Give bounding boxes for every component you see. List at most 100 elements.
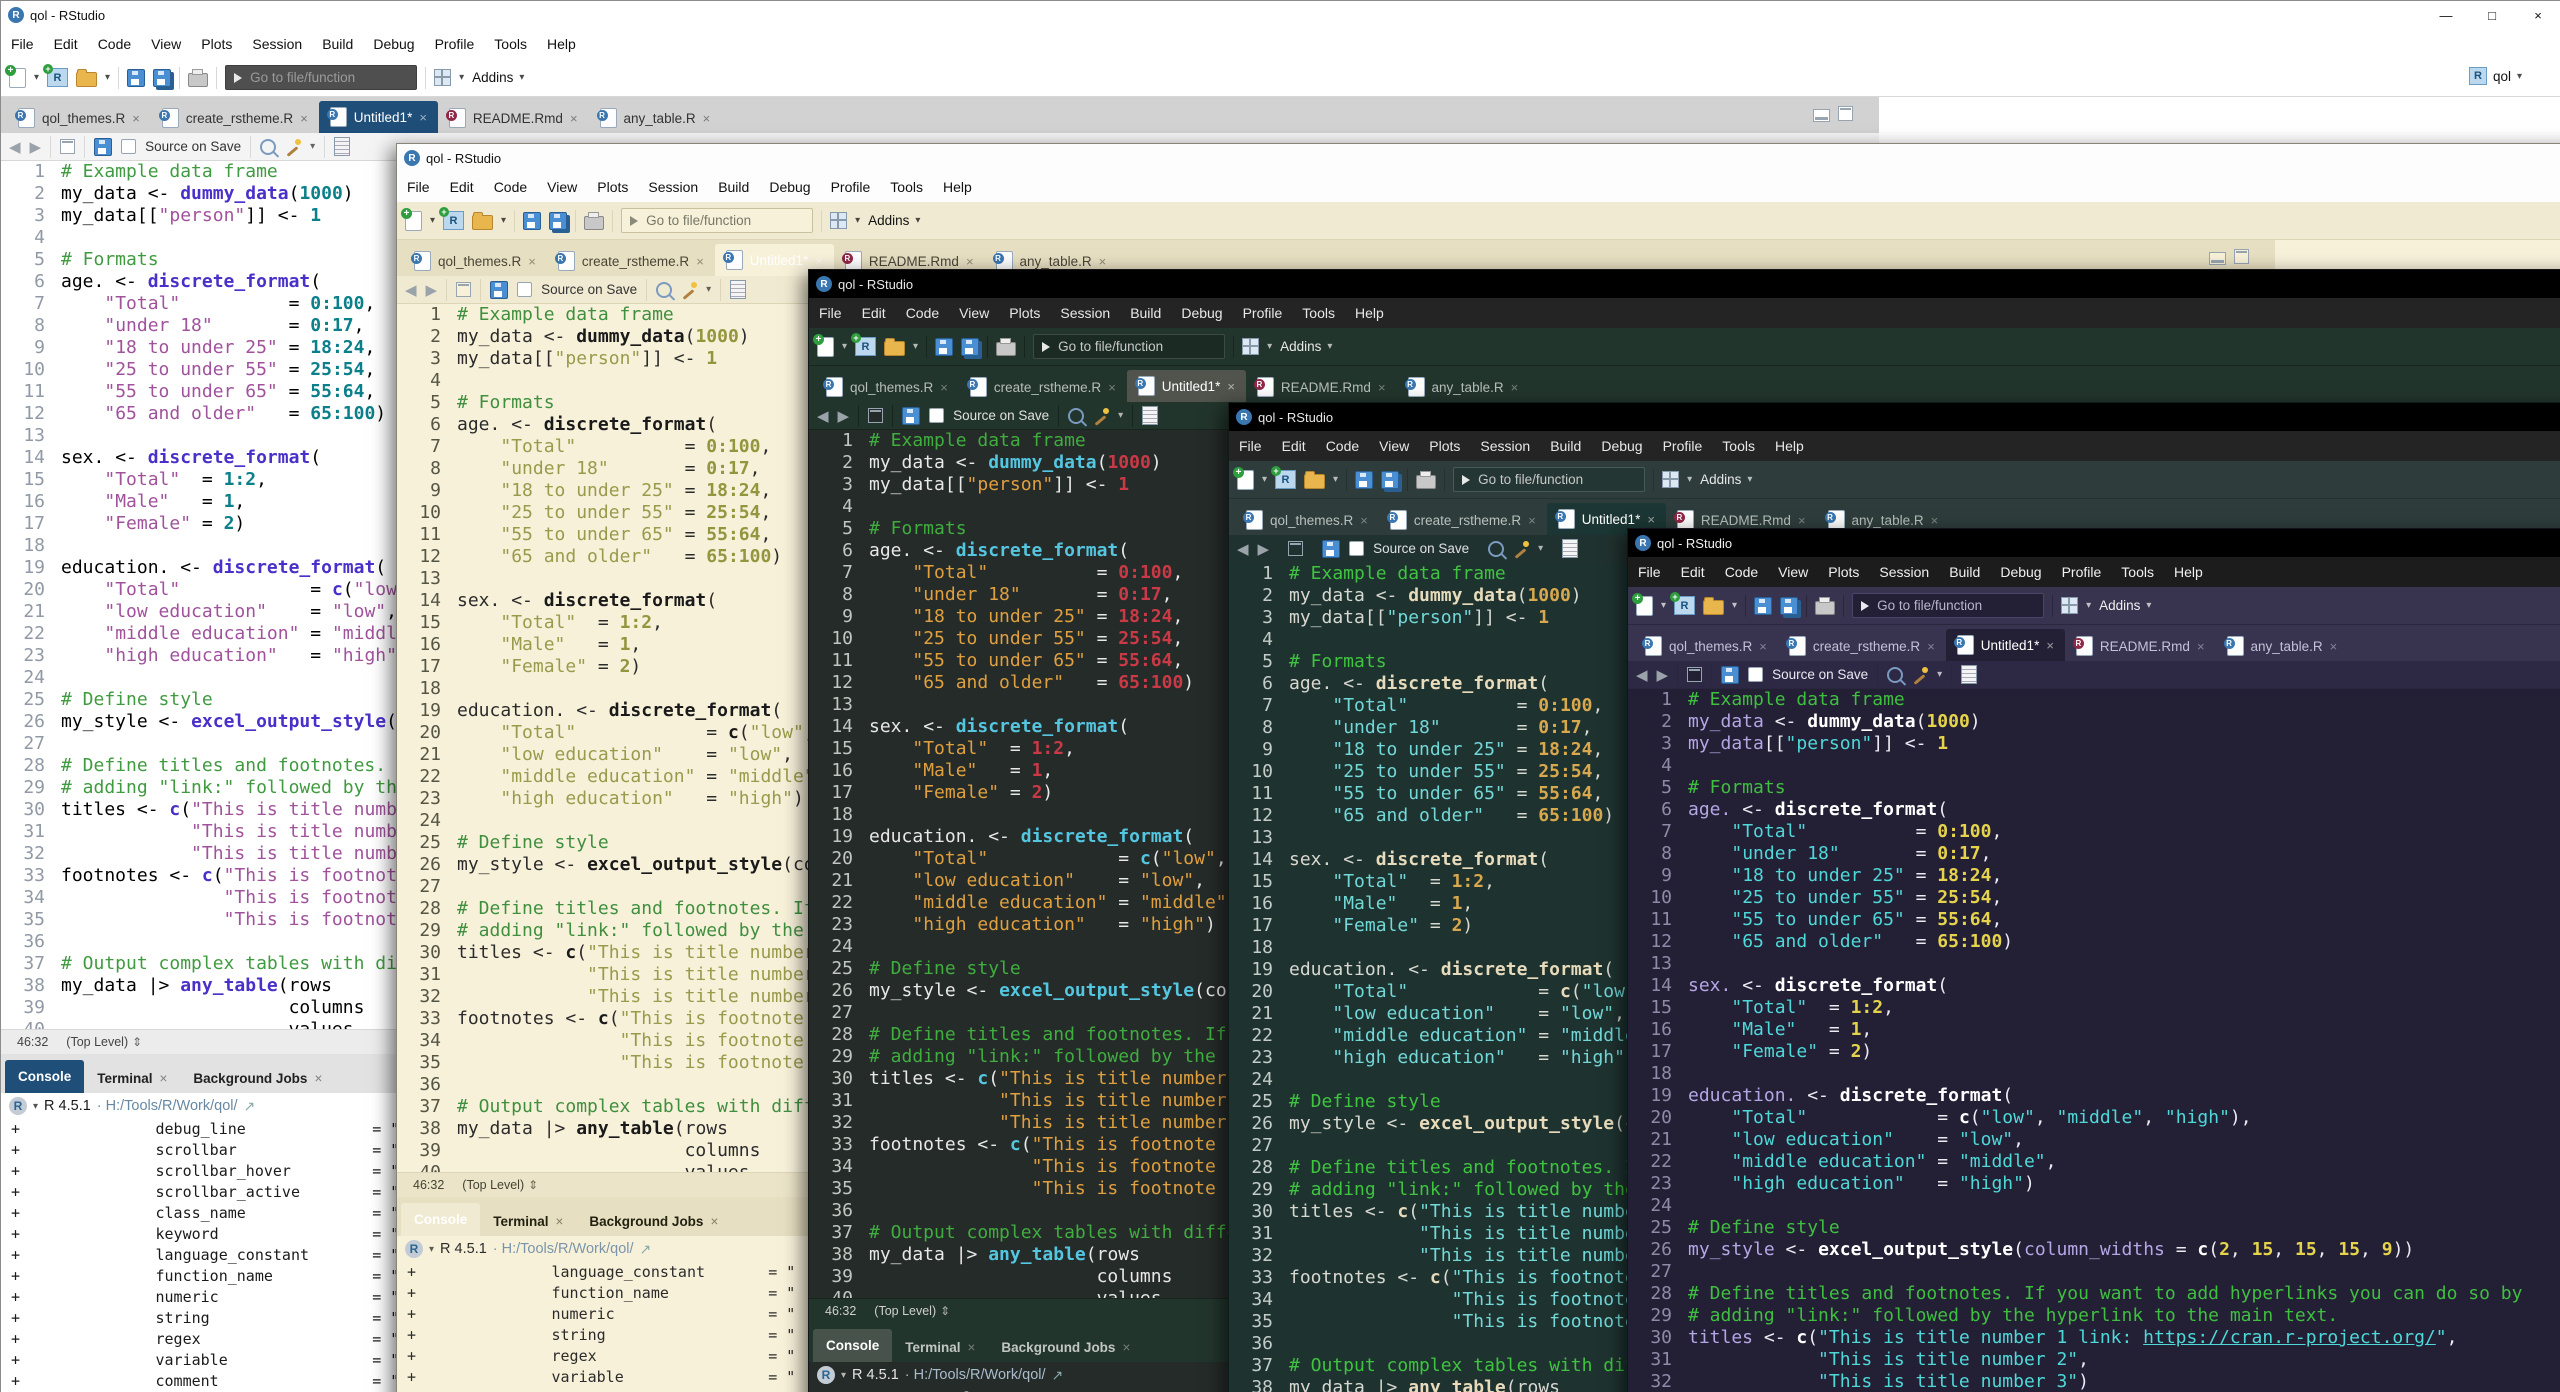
- addins-button[interactable]: Addins▾: [1700, 472, 1752, 487]
- back-icon[interactable]: ◀: [1636, 666, 1648, 684]
- open-file-icon[interactable]: [76, 72, 97, 87]
- close-tab-icon[interactable]: ×: [1798, 513, 1806, 528]
- new-project-icon[interactable]: R: [855, 337, 876, 356]
- minimize-source-icon[interactable]: [2209, 252, 2226, 265]
- close-tab-icon[interactable]: ×: [1931, 513, 1939, 528]
- panes-layout-icon[interactable]: [1242, 338, 1259, 355]
- tab-readme-rmd[interactable]: README.Rmd×: [1246, 372, 1397, 402]
- goto-file-box[interactable]: Go to file/function: [621, 208, 813, 233]
- close-tab-icon[interactable]: ×: [1511, 380, 1519, 395]
- menu-code[interactable]: Code: [88, 36, 141, 52]
- panes-caret-icon[interactable]: ▾: [1267, 341, 1272, 352]
- r-version-caret-icon[interactable]: ▾: [33, 1101, 38, 1112]
- open-file-icon[interactable]: [884, 341, 905, 356]
- close-tab-icon[interactable]: ×: [1528, 513, 1536, 528]
- open-recent-caret-icon[interactable]: ▾: [1732, 600, 1737, 611]
- close-tab-icon[interactable]: ×: [968, 1340, 976, 1355]
- new-file-icon[interactable]: [1237, 470, 1254, 490]
- save-all-icon[interactable]: [961, 338, 979, 356]
- close-tab-icon[interactable]: ×: [1360, 513, 1368, 528]
- scope-indicator[interactable]: (Top Level)⇕: [874, 1304, 950, 1318]
- menu-file[interactable]: File: [1628, 564, 1671, 580]
- search-icon[interactable]: [1488, 541, 1504, 557]
- code-tools-caret-icon[interactable]: ▾: [1538, 543, 1543, 554]
- compile-report-icon[interactable]: [1142, 406, 1158, 425]
- menu-debug[interactable]: Debug: [1591, 438, 1652, 454]
- editor-save-icon[interactable]: [1721, 666, 1739, 684]
- save-icon[interactable]: [523, 212, 541, 230]
- menu-debug[interactable]: Debug: [1990, 564, 2051, 580]
- goto-file-box[interactable]: Go to file/function: [1033, 334, 1225, 359]
- console-tab-terminal[interactable]: Terminal×: [892, 1332, 988, 1362]
- console-tab-terminal[interactable]: Terminal×: [84, 1063, 180, 1093]
- project-selector[interactable]: Rqol▾: [2469, 67, 2522, 85]
- new-project-icon[interactable]: R: [1275, 470, 1296, 489]
- editor-save-icon[interactable]: [1322, 540, 1340, 558]
- menu-profile[interactable]: Profile: [821, 179, 881, 195]
- menu-session[interactable]: Session: [1470, 438, 1540, 454]
- console-tab-background-jobs[interactable]: Background Jobs×: [988, 1332, 1143, 1362]
- new-file-icon[interactable]: [1636, 596, 1653, 616]
- menu-plots[interactable]: Plots: [587, 179, 638, 195]
- menu-session[interactable]: Session: [638, 179, 708, 195]
- menu-code[interactable]: Code: [1316, 438, 1369, 454]
- close-tab-icon[interactable]: ×: [300, 111, 308, 126]
- save-all-icon[interactable]: [1780, 597, 1798, 615]
- menu-edit[interactable]: Edit: [1671, 564, 1715, 580]
- close-tab-icon[interactable]: ×: [570, 111, 578, 126]
- close-tab-icon[interactable]: ×: [966, 254, 974, 269]
- open-recent-caret-icon[interactable]: ▾: [1333, 474, 1338, 485]
- r-version-caret-icon[interactable]: ▾: [841, 1370, 846, 1381]
- panes-caret-icon[interactable]: ▾: [459, 72, 464, 83]
- popout-window-icon[interactable]: [456, 282, 471, 297]
- tab-create-rstheme-r[interactable]: create_rstheme.R×: [1379, 505, 1547, 535]
- menu-tools[interactable]: Tools: [2111, 564, 2164, 580]
- menu-file[interactable]: File: [1229, 438, 1272, 454]
- tab-any-table-r[interactable]: any_table.R×: [1397, 372, 1530, 402]
- menu-session[interactable]: Session: [1050, 305, 1120, 321]
- close-tab-icon[interactable]: ×: [940, 380, 948, 395]
- window-titlebar[interactable]: R qol - RStudio — □ ×: [1628, 529, 2560, 557]
- popout-window-icon[interactable]: [1288, 541, 1303, 556]
- menu-debug[interactable]: Debug: [1171, 305, 1232, 321]
- menu-build[interactable]: Build: [1939, 564, 1990, 580]
- panes-layout-icon[interactable]: [434, 69, 451, 86]
- tab-create-rstheme-r[interactable]: create_rstheme.R×: [1778, 631, 1946, 661]
- menu-view[interactable]: View: [1369, 438, 1419, 454]
- close-tab-icon[interactable]: ×: [1227, 379, 1235, 394]
- tab-qol-themes-r[interactable]: qol_themes.R×: [403, 246, 547, 276]
- forward-icon[interactable]: ▶: [838, 407, 850, 425]
- menu-tools[interactable]: Tools: [484, 36, 537, 52]
- code-tools-wand-icon[interactable]: [285, 139, 301, 155]
- addins-button[interactable]: Addins▾: [2099, 598, 2151, 613]
- menu-profile[interactable]: Profile: [425, 36, 485, 52]
- tab-any-table-r[interactable]: any_table.R×: [2216, 631, 2349, 661]
- panes-layout-icon[interactable]: [830, 212, 847, 229]
- close-tab-icon[interactable]: ×: [703, 111, 711, 126]
- source-on-save-checkbox[interactable]: [1349, 541, 1364, 556]
- new-file-caret-icon[interactable]: ▾: [1661, 600, 1666, 611]
- save-icon[interactable]: [1355, 471, 1373, 489]
- save-icon[interactable]: [935, 338, 953, 356]
- menu-view[interactable]: View: [537, 179, 587, 195]
- menu-tools[interactable]: Tools: [1712, 438, 1765, 454]
- menu-tools[interactable]: Tools: [880, 179, 933, 195]
- r-version-caret-icon[interactable]: ▾: [429, 1244, 434, 1255]
- console-tab-background-jobs[interactable]: Background Jobs×: [576, 1206, 731, 1236]
- save-all-icon[interactable]: [549, 212, 567, 230]
- search-icon[interactable]: [1887, 667, 1903, 683]
- close-tab-icon[interactable]: ×: [1122, 1340, 1130, 1355]
- source-on-save-checkbox[interactable]: [1748, 667, 1763, 682]
- close-tab-icon[interactable]: ×: [1927, 639, 1935, 654]
- back-icon[interactable]: ◀: [405, 281, 417, 299]
- tab-readme-rmd[interactable]: README.Rmd×: [2065, 631, 2216, 661]
- menu-debug[interactable]: Debug: [759, 179, 820, 195]
- open-recent-caret-icon[interactable]: ▾: [913, 341, 918, 352]
- search-icon[interactable]: [656, 282, 672, 298]
- menu-profile[interactable]: Profile: [2052, 564, 2112, 580]
- panes-caret-icon[interactable]: ▾: [1687, 474, 1692, 485]
- open-directory-icon[interactable]: ↗: [1052, 1367, 1064, 1384]
- popout-window-icon[interactable]: [60, 139, 75, 154]
- close-tab-icon[interactable]: ×: [710, 1214, 718, 1229]
- menu-plots[interactable]: Plots: [191, 36, 242, 52]
